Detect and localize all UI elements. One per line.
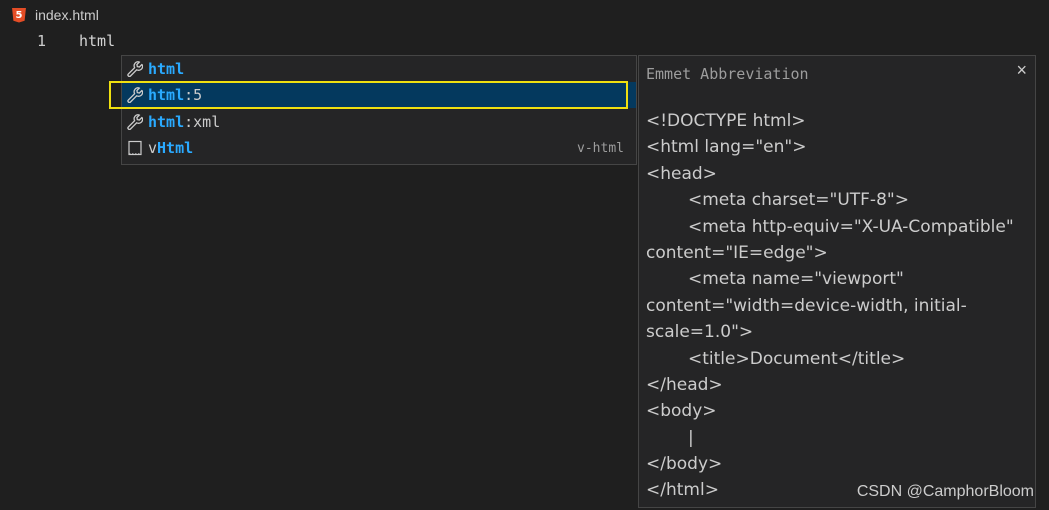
details-line: <meta name="viewport"	[688, 269, 904, 290]
wrench-icon	[122, 56, 148, 82]
details-line: <body>	[646, 401, 717, 422]
suggestion-label: vHtml	[148, 139, 194, 157]
snippet-icon	[122, 135, 148, 161]
suggestion-item[interactable]: html:xml	[122, 109, 636, 135]
details-line: content="IE=edge">	[646, 242, 828, 263]
suggestion-item[interactable]: html	[122, 56, 636, 82]
details-line: <meta http-equiv="X-UA-Compatible"	[688, 216, 1014, 237]
details-line: <head>	[646, 163, 717, 184]
details-code: <!DOCTYPE html> <html lang="en"> <head> …	[646, 108, 1026, 504]
close-icon[interactable]: ×	[1016, 60, 1027, 81]
suggestion-label: html:5	[148, 86, 203, 104]
line-number: 1	[37, 32, 47, 50]
suggestion-detail: v-html	[577, 140, 624, 156]
details-line: <html lang="en">	[646, 137, 807, 158]
details-line: <title>Document</title>	[688, 348, 906, 369]
suggestion-label: html	[148, 60, 185, 78]
html5-icon: 5	[12, 7, 26, 23]
details-line: content="width=device-width, initial-	[646, 295, 967, 316]
tab-label: index.html	[35, 7, 99, 23]
details-line: scale=1.0">	[646, 322, 754, 343]
suggestion-label: html:xml	[148, 113, 221, 131]
details-line: <!DOCTYPE html>	[646, 111, 806, 131]
suggestion-widget: html html:5 html:xml vHtml v-html	[121, 55, 637, 165]
code-line[interactable]: html	[79, 32, 115, 50]
details-line: <meta charset="UTF-8">	[688, 190, 909, 211]
wrench-icon	[122, 82, 148, 108]
tab-bar: 5 index.html	[0, 0, 1049, 30]
details-title: Emmet Abbreviation	[646, 65, 809, 83]
suggestion-item[interactable]: vHtml v-html	[122, 135, 636, 161]
details-line: |	[688, 427, 694, 448]
suggestion-details-panel: Emmet Abbreviation × <!DOCTYPE html> <ht…	[638, 55, 1036, 508]
tab-index-html[interactable]: 5 index.html	[0, 0, 109, 30]
details-line: </head>	[646, 374, 723, 395]
wrench-icon	[122, 109, 148, 135]
details-line: </body>	[646, 454, 723, 475]
suggestion-item-selected[interactable]: html:5	[122, 82, 636, 108]
watermark: CSDN @CamphorBloom	[856, 483, 1034, 500]
